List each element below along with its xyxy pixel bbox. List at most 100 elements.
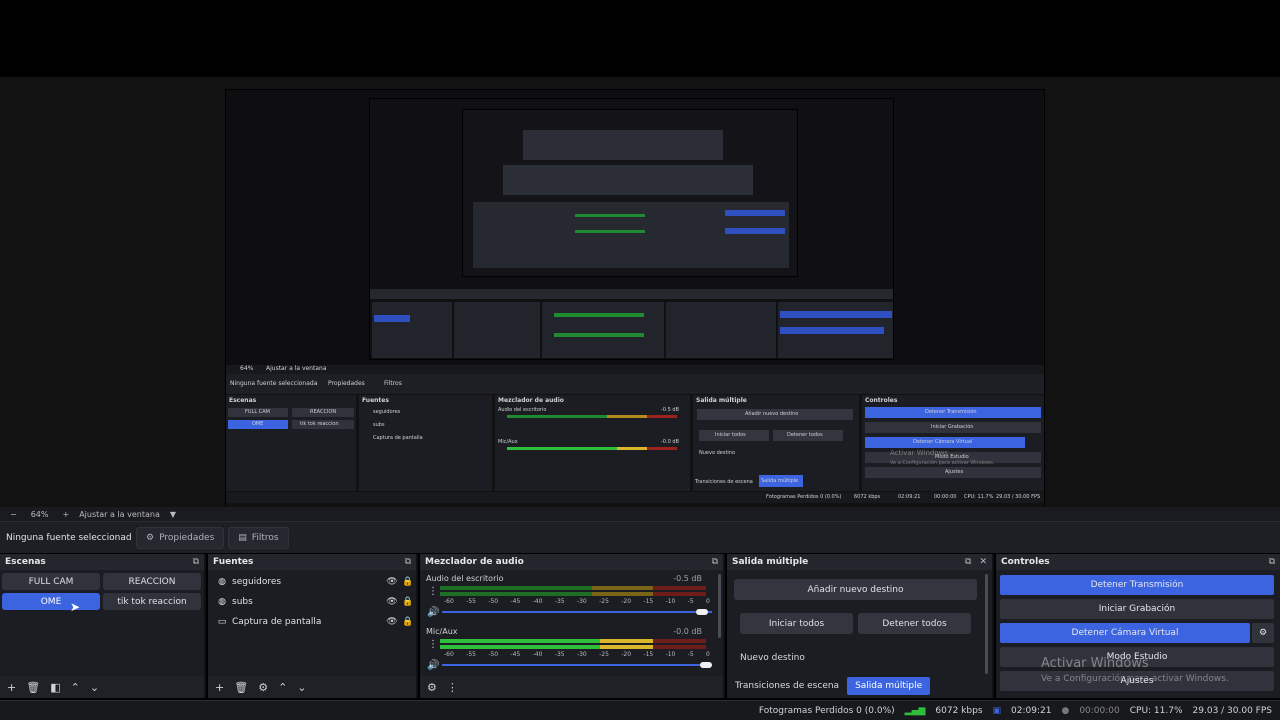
db-tick-label: -50: [488, 598, 499, 605]
lock-icon[interactable]: 🔒: [400, 597, 416, 607]
undock-icon[interactable]: ⧉: [405, 557, 411, 567]
source-item-subs[interactable]: ◍ subs 👁 🔒: [208, 592, 416, 612]
speaker-icon[interactable]: 🔊: [427, 660, 439, 671]
db-tick-label: -20: [621, 598, 632, 605]
dock-tabs: Transiciones de escena Salida múltiple: [727, 675, 992, 696]
db-tick-label: -30: [576, 651, 587, 658]
db-tick-label: -55: [466, 598, 476, 605]
volume-slider[interactable]: [442, 611, 712, 613]
scene-full-cam[interactable]: FULL CAM: [2, 573, 100, 590]
scene-ome[interactable]: OME: [2, 593, 100, 610]
remove-scene-button[interactable]: 🗑: [26, 681, 40, 694]
filters-button[interactable]: ▤ Filtros: [228, 526, 289, 549]
scenes-dock: Escenas ⧉ FULL CAM REACCION OME tik tok …: [0, 554, 206, 698]
channel-db: -0.5 dB: [673, 574, 702, 583]
tab-multi-output[interactable]: Salida múltiple: [847, 676, 931, 695]
db-tick-label: -60: [444, 651, 454, 658]
zoom-out-button[interactable]: −: [10, 510, 17, 519]
no-source-label: Ninguna fuente seleccionad: [6, 532, 132, 543]
undock-icon[interactable]: ⧉: [712, 557, 718, 567]
db-tick-label: -5: [687, 651, 694, 658]
move-down-button[interactable]: ⌄: [297, 681, 306, 694]
scenes-toolbar: + 🗑 ◧ ⌃ ⌄: [0, 676, 204, 698]
add-scene-button[interactable]: +: [7, 681, 16, 694]
remove-source-button[interactable]: 🗑: [234, 681, 248, 694]
db-tick-label: -35: [554, 598, 565, 605]
channel-menu-icon[interactable]: ⋮: [428, 639, 438, 650]
move-up-button[interactable]: ⌃: [71, 681, 80, 694]
controls-title: Controles: [1001, 557, 1050, 567]
mixer-scrollbar[interactable]: [718, 574, 721, 638]
dropped-frames: Fotogramas Perdidos 0 (0.0%): [758, 705, 895, 716]
properties-label: Propiedades: [159, 532, 215, 543]
globe-icon: ◍: [218, 577, 226, 587]
visibility-eye-icon[interactable]: 👁: [384, 617, 400, 627]
stop-all-button[interactable]: Detener todos: [858, 613, 971, 634]
zoom-dropdown-icon[interactable]: ▼: [170, 510, 176, 519]
mouse-cursor-icon: ➤: [70, 600, 81, 614]
zoom-bar: − 64% + Ajustar a la ventana ▼: [0, 507, 1280, 521]
controls-dock: Controles ⧉ Detener Transmisión Iniciar …: [996, 554, 1280, 698]
volume-slider-knob[interactable]: [696, 609, 708, 615]
sources-toolbar: + 🗑 ⚙ ⌃ ⌄: [208, 676, 416, 698]
scene-tik-tok-reaccion[interactable]: tik tok reaccion: [103, 593, 201, 610]
speaker-icon[interactable]: 🔊: [427, 607, 439, 618]
bitrate: 6072 kbps: [935, 705, 983, 716]
volume-slider-knob[interactable]: [700, 662, 712, 668]
start-all-button[interactable]: Iniciar todos: [740, 613, 853, 634]
nested-source-bar: Ninguna fuente seleccionada Propiedades …: [226, 374, 1044, 394]
filters-label: Filtros: [251, 532, 279, 543]
source-label: subs: [232, 597, 253, 607]
status-bar: Fotogramas Perdidos 0 (0.0%) ▂▄▆ 6072 kb…: [0, 700, 1280, 720]
db-tick-label: 0: [706, 598, 710, 605]
fit-window-label: Ajustar a la ventana: [79, 509, 160, 519]
db-tick-label: -55: [466, 651, 476, 658]
move-down-button[interactable]: ⌄: [90, 681, 99, 694]
db-tick-label: -40: [532, 651, 543, 658]
stop-streaming-button[interactable]: Detener Transmisión: [1000, 575, 1274, 595]
tab-transitions[interactable]: Transiciones de escena: [727, 677, 847, 695]
visibility-eye-icon[interactable]: 👁: [384, 577, 400, 587]
lock-icon[interactable]: 🔒: [400, 577, 416, 587]
visibility-eye-icon[interactable]: 👁: [384, 597, 400, 607]
undock-icon[interactable]: ⧉: [1269, 557, 1275, 567]
record-time: 00:00:00: [1079, 705, 1120, 716]
undock-icon[interactable]: ⧉: [965, 557, 971, 567]
source-item-captura[interactable]: ▭ Captura de pantalla 👁 🔒: [208, 612, 416, 632]
add-destination-button[interactable]: Añadir nuevo destino: [734, 579, 977, 600]
mixer-menu-button[interactable]: ⋮: [447, 681, 458, 694]
add-source-button[interactable]: +: [215, 681, 224, 694]
audio-mixer-dock: Mezclador de audio ⧉ Audio del escritori…: [420, 554, 725, 698]
db-tick-label: -30: [576, 598, 587, 605]
mixer-channel-mic: Mic/Aux -0.0 dB ⋮ -60 -55 -50 -45 -40 -35 -30-…: [424, 625, 714, 677]
program-preview[interactable]: 64% Ajustar a la ventana Ninguna fuente …: [0, 0, 1280, 513]
db-tick-label: -40: [532, 598, 543, 605]
scene-filters-button[interactable]: ◧: [50, 681, 60, 694]
nested-scenes-dock: Escenas FULL CAM REACCION OME tik tok re…: [226, 395, 356, 491]
close-icon[interactable]: ✕: [979, 557, 987, 567]
volume-slider[interactable]: [442, 664, 712, 666]
zoom-in-button[interactable]: +: [62, 510, 69, 519]
db-scale: -60 -55 -50 -45 -40 -35 -30 -25 -20 -15 -10 -5 0: [444, 651, 710, 658]
move-up-button[interactable]: ⌃: [278, 681, 287, 694]
undock-icon[interactable]: ⧉: [193, 557, 199, 567]
nested-zoom-bar: 64% Ajustar a la ventana: [226, 365, 1044, 374]
preview-canvas: 64% Ajustar a la ventana Ninguna fuente …: [0, 77, 1280, 513]
virtual-camera-settings-button[interactable]: ⚙: [1252, 623, 1274, 643]
output-dock-header: Salida múltiple ⧉ ✕: [727, 554, 992, 570]
source-item-seguidores[interactable]: ◍ seguidores 👁 🔒: [208, 572, 416, 592]
advanced-audio-button[interactable]: ⚙: [427, 681, 437, 694]
volume-meter: [440, 592, 706, 596]
start-recording-button[interactable]: Iniciar Grabación: [1000, 599, 1274, 619]
channel-menu-icon[interactable]: ⋮: [428, 586, 438, 597]
lock-icon[interactable]: 🔒: [400, 617, 416, 627]
scene-reaccion[interactable]: REACCION: [103, 573, 201, 590]
db-tick-label: -25: [599, 651, 609, 658]
mixer-channel-desktop: Audio del escritorio -0.5 dB ⋮ -60 -55 -50…: [424, 572, 714, 624]
stream-icon: ▣: [992, 705, 1002, 716]
properties-button[interactable]: ⚙ Propiedades: [136, 526, 225, 549]
output-scrollbar[interactable]: [985, 574, 988, 674]
source-settings-button[interactable]: ⚙: [258, 681, 268, 694]
stop-virtual-camera-button[interactable]: Detener Cámara Virtual: [1000, 623, 1250, 643]
channel-db: -0.0 dB: [673, 627, 702, 636]
